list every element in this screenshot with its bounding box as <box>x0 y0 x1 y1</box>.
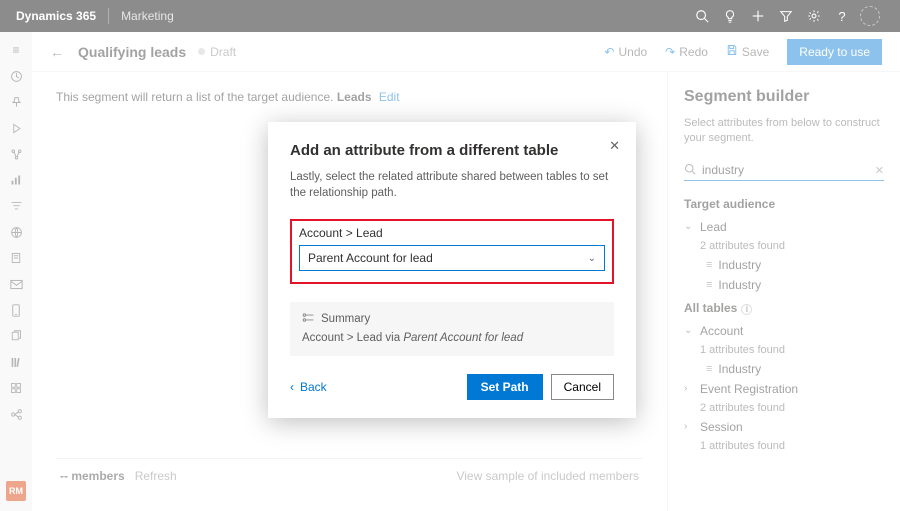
path-breadcrumb: Account > Lead <box>299 226 605 240</box>
cancel-button[interactable]: Cancel <box>551 374 614 400</box>
summary-icon <box>302 312 315 326</box>
close-icon[interactable]: ✕ <box>609 138 620 154</box>
summary-panel: Summary Account > Lead via Parent Accoun… <box>290 302 614 356</box>
modal-title: Add an attribute from a different table <box>290 142 614 159</box>
summary-label: Summary <box>321 313 370 325</box>
relationship-dropdown[interactable]: Parent Account for lead ⌄ <box>299 245 605 271</box>
chevron-down-icon: ⌄ <box>588 253 596 264</box>
summary-text: Account > Lead via Parent Account for le… <box>302 332 602 344</box>
chevron-left-icon: ‹ <box>290 380 294 394</box>
highlighted-region: Account > Lead Parent Account for lead ⌄ <box>290 219 614 284</box>
add-attribute-modal: ✕ Add an attribute from a different tabl… <box>268 122 636 418</box>
modal-back-button[interactable]: ‹ Back <box>290 380 327 394</box>
back-label: Back <box>300 380 327 394</box>
set-path-button[interactable]: Set Path <box>467 374 543 400</box>
dropdown-value: Parent Account for lead <box>308 251 433 265</box>
modal-description: Lastly, select the related attribute sha… <box>290 169 614 201</box>
